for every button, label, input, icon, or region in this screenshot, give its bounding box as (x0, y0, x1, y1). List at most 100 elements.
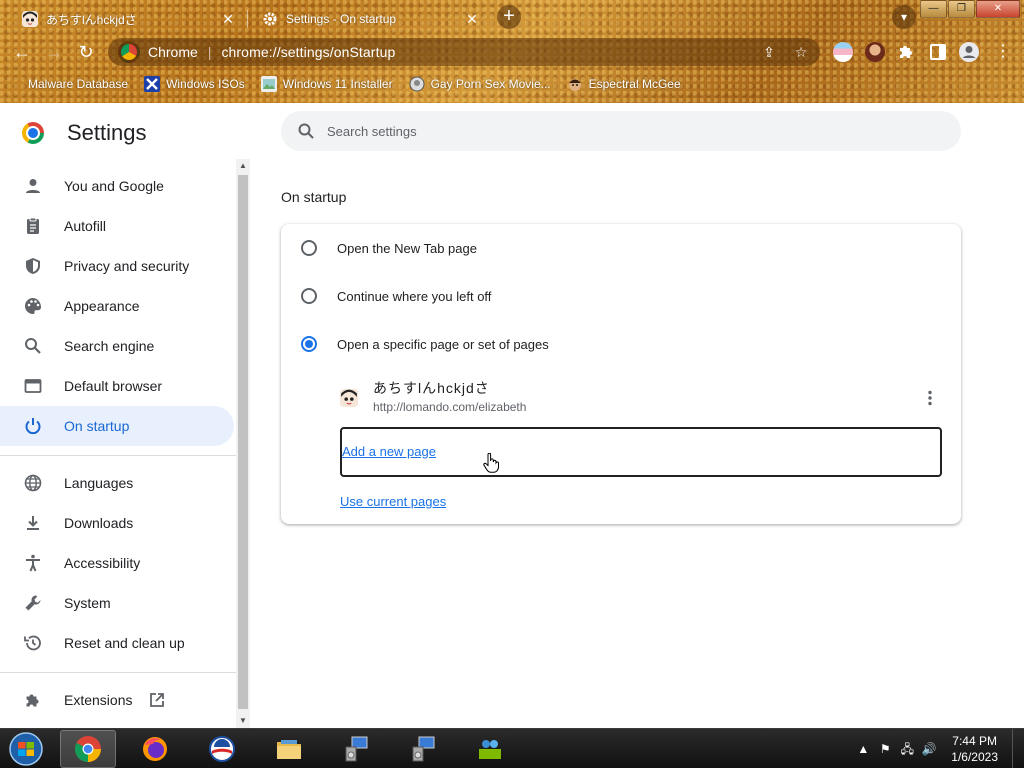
system-tray: ▲ ⚑ 🖧 🔊 7:44 PM 1/6/2023 (855, 729, 1024, 768)
taskbar-network-app[interactable] (462, 730, 518, 768)
taskbar-firefox[interactable] (127, 730, 183, 768)
tab-search-chevron-icon[interactable]: ▾ (892, 5, 916, 29)
sidebar-item-label: Reset and clean up (64, 635, 185, 651)
sidebar-item-system[interactable]: System (0, 583, 234, 623)
reload-icon[interactable]: ↻ (74, 40, 98, 64)
sidebar-item-search-engine[interactable]: Search engine (0, 326, 234, 366)
sidebar-item-you-and-google[interactable]: You and Google (0, 166, 234, 206)
bookmark-star-icon[interactable]: ☆ (792, 43, 810, 61)
clock[interactable]: 7:44 PM 1/6/2023 (951, 733, 998, 765)
sidebar-item-languages[interactable]: Languages (0, 463, 234, 503)
sidebar-item-extensions[interactable]: Extensions (0, 680, 234, 720)
bookmark-windows-isos[interactable]: Windows ISOs (144, 76, 245, 92)
share-icon[interactable]: ⇪ (760, 43, 778, 61)
on-startup-card: Open the New Tab page Continue where you… (281, 224, 961, 524)
radio-button[interactable] (301, 288, 317, 304)
side-panel-icon[interactable] (927, 41, 949, 63)
scrollbar-thumb[interactable] (238, 175, 248, 709)
bookmark-windows-11-installer[interactable]: Windows 11 Installer (260, 76, 393, 92)
bookmark-label: Gay Porn Sex Movie... (430, 77, 551, 91)
forward-arrow-icon[interactable]: → (42, 40, 66, 64)
radio-option-new-tab[interactable]: Open the New Tab page (301, 226, 941, 270)
campaign-logo-icon (209, 736, 235, 762)
puzzle-icon[interactable] (895, 41, 917, 63)
close-window-button[interactable]: ✕ (976, 0, 1020, 18)
volume-icon[interactable]: 🔊 (921, 741, 937, 757)
radio-button[interactable] (301, 240, 317, 256)
taskbar-installer-1[interactable] (328, 730, 384, 768)
kebab-menu-icon[interactable]: ⋮ (992, 41, 1014, 63)
tab-strip: あちすlんhckjdさ ✕ Settings - On startup ✕ + … (0, 0, 1024, 34)
sidebar-item-reset-and-clean-up[interactable]: Reset and clean up (0, 623, 234, 663)
bookmark-gay-porn-sex-movie[interactable]: Gay Porn Sex Movie... (409, 76, 551, 92)
tab-close-icon[interactable]: ✕ (464, 11, 480, 28)
sidebar-item-label: Appearance (64, 298, 140, 314)
taskbar-obama-logo[interactable] (194, 730, 250, 768)
sidebar-item-downloads[interactable]: Downloads (0, 503, 234, 543)
computer-install-icon (345, 736, 368, 762)
more-vert-icon[interactable] (920, 388, 940, 408)
sidebar-item-privacy-and-security[interactable]: Privacy and security (0, 246, 234, 286)
scroll-down-arrow-icon[interactable]: ▼ (236, 714, 250, 728)
extension-avatar-icon[interactable] (865, 42, 885, 62)
sidebar-item-on-startup[interactable]: On startup (0, 406, 234, 446)
windows-taskbar: ▲ ⚑ 🖧 🔊 7:44 PM 1/6/2023 (0, 728, 1024, 768)
tab-close-icon[interactable]: ✕ (220, 11, 236, 28)
tab-startup-page[interactable]: あちすlんhckjdさ ✕ (8, 4, 246, 34)
accessibility-icon (26, 554, 40, 572)
settings-header: Settings (22, 120, 147, 146)
bookmark-espectral-mcgee[interactable]: Espectral McGee (567, 76, 681, 92)
bookmark-malware-database[interactable]: Malware Database (16, 76, 128, 92)
x-logo-icon (144, 76, 161, 92)
taskbar-file-explorer[interactable] (261, 730, 317, 768)
page-title: Settings (67, 120, 147, 145)
image-icon (260, 76, 277, 92)
browser-toolbar: ← → ↻ Chrome | chrome://settings/onStart… (0, 34, 1024, 70)
extension-flag-icon[interactable] (833, 42, 853, 62)
sidebar-item-label: Privacy and security (64, 258, 190, 274)
radio-label: Continue where you left off (337, 288, 492, 304)
bookmark-label: Windows ISOs (166, 77, 245, 91)
sidebar-item-label: Accessibility (64, 555, 141, 571)
radio-option-specific-pages[interactable]: Open a specific page or set of pages (301, 322, 941, 366)
clock-time: 7:44 PM (952, 734, 997, 748)
taskbar-chrome[interactable] (60, 730, 116, 768)
network-icon[interactable]: 🖧 (899, 741, 915, 757)
sidebar-item-appearance[interactable]: Appearance (0, 286, 234, 326)
add-new-page-focus-box[interactable]: Add a new page (340, 427, 942, 477)
omnibox-url: chrome://settings/onStartup (221, 44, 396, 60)
add-new-page-link[interactable]: Add a new page (342, 444, 436, 459)
sidebar-scrollbar[interactable]: ▲ ▼ (236, 159, 250, 728)
anime-favicon-icon (340, 389, 358, 407)
radio-option-continue[interactable]: Continue where you left off (301, 274, 941, 318)
sidebar-item-accessibility[interactable]: Accessibility (0, 543, 234, 583)
radio-button-selected[interactable] (301, 336, 317, 352)
show-desktop-button[interactable] (1012, 729, 1024, 768)
search-settings-input[interactable]: Search settings (281, 111, 961, 151)
hand-cursor-icon (483, 453, 499, 473)
profile-avatar-icon[interactable] (958, 41, 980, 63)
action-center-flag-icon[interactable]: ⚑ (877, 741, 893, 757)
show-hidden-icons-chevron-icon[interactable]: ▲ (855, 741, 871, 757)
tab-title: あちすlんhckjdさ (46, 12, 137, 27)
restore-button[interactable]: ❐ (948, 0, 975, 18)
scroll-up-arrow-icon[interactable]: ▲ (236, 159, 250, 173)
taskbar-installer-2[interactable] (395, 730, 451, 768)
sidebar-item-default-browser[interactable]: Default browser (0, 366, 234, 406)
minimize-button[interactable]: — (920, 0, 947, 18)
address-bar[interactable]: Chrome | chrome://settings/onStartup ⇪ ☆ (108, 38, 820, 66)
new-tab-button[interactable]: + (497, 5, 521, 29)
use-current-pages-link[interactable]: Use current pages (340, 494, 446, 509)
person-icon (26, 179, 40, 193)
windows-start-orb-icon[interactable] (8, 732, 44, 766)
startup-page-title: あちすlんhckjdさ (373, 380, 490, 396)
settings-sidebar: You and Google Autofill Privacy and secu… (0, 159, 236, 728)
gear-icon (263, 12, 277, 26)
browser-window-icon (24, 379, 42, 393)
sidebar-item-label: Extensions (64, 692, 133, 708)
clock-date: 1/6/2023 (951, 750, 998, 764)
tab-settings[interactable]: Settings - On startup ✕ (248, 4, 490, 34)
back-arrow-icon[interactable]: ← (10, 40, 34, 64)
startup-page-url: http://lomando.com/elizabeth (373, 400, 527, 414)
sidebar-item-autofill[interactable]: Autofill (0, 206, 234, 246)
